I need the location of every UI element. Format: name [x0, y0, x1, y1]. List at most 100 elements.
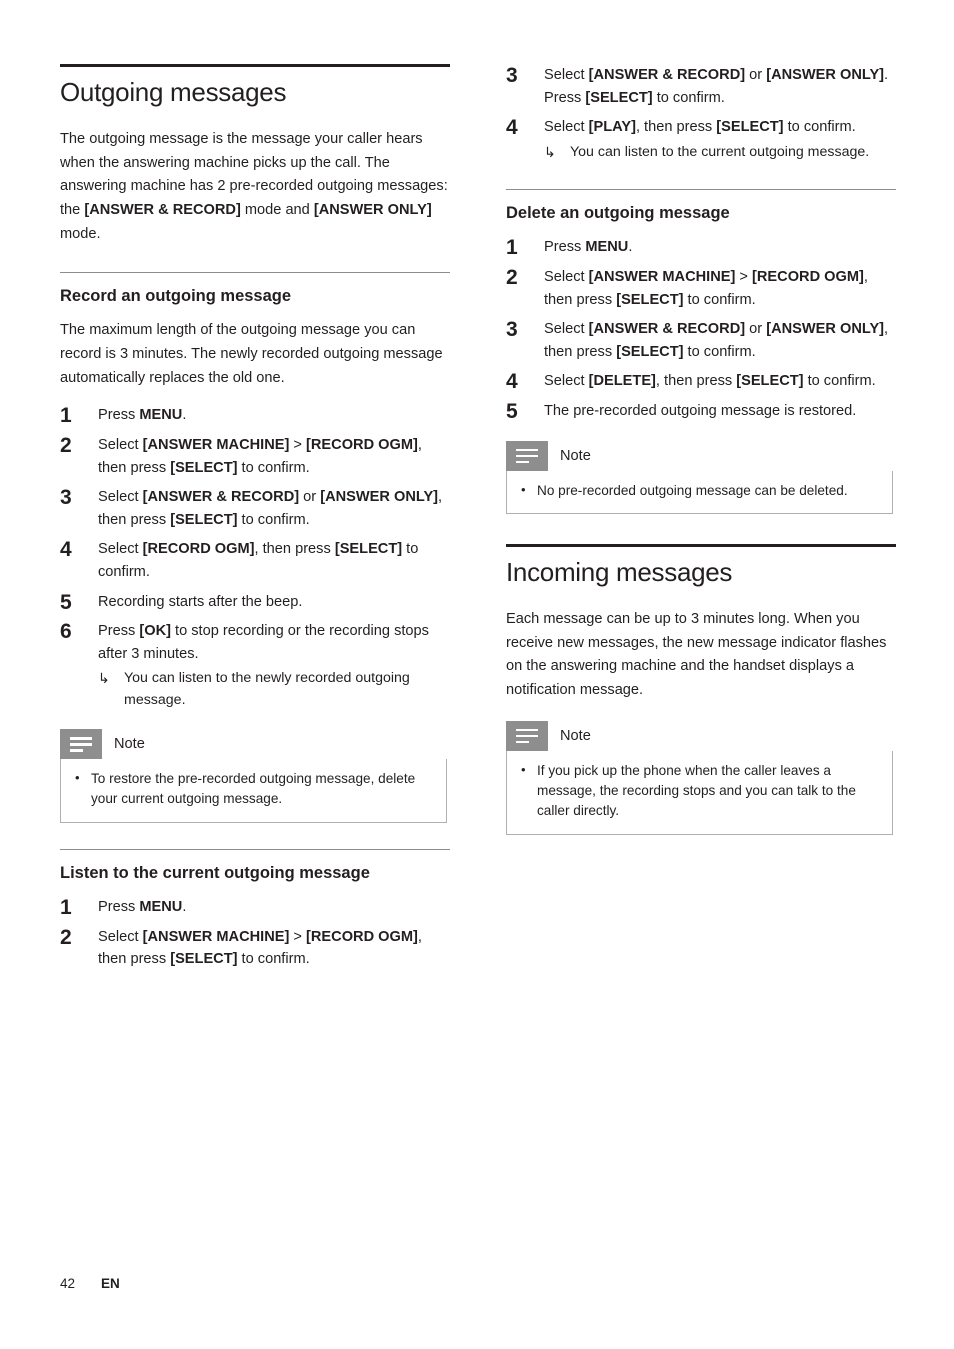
emphasis-text: MENU: [139, 899, 183, 916]
emphasis-text: [ANSWER ONLY]: [766, 67, 885, 83]
title-rule: [60, 64, 450, 67]
step-number: 3: [506, 64, 518, 87]
plain-text: or: [745, 67, 767, 83]
emphasis-text: [SELECT]: [616, 343, 684, 360]
step-item: 1 Press MENU.: [60, 896, 450, 919]
plain-text: Select: [98, 541, 143, 558]
plain-text: >: [289, 928, 307, 945]
step-number: 4: [60, 538, 72, 562]
step-item: 5 The pre-recorded outgoing message is re…: [506, 400, 896, 423]
listen-steps-continued: 3 Select [ANSWER & RECORD] or [ANSWER ONL…: [506, 64, 896, 163]
step-item: 4 Select [DELETE], then press [SELECT] to…: [506, 370, 896, 393]
page-title: Outgoing messages: [60, 77, 287, 107]
note-list: If you pick up the phone when the caller…: [519, 760, 880, 822]
emphasis-text: [RECORD OGM]: [306, 437, 418, 453]
plain-text: Select: [544, 119, 589, 136]
emphasis-text: [SELECT]: [170, 951, 238, 968]
incoming-title: Incoming messages: [506, 557, 733, 588]
plain-text: Press: [98, 899, 140, 916]
intro-paragraph: The outgoing message is the message your…: [60, 128, 450, 246]
note-body: If you pick up the phone when the caller…: [506, 750, 893, 835]
step-text: Press MENU.: [98, 407, 186, 423]
plain-text: Select: [544, 321, 589, 338]
note-list: No pre-recorded outgoing message can be …: [519, 480, 880, 501]
emphasis-text: [ANSWER & RECORD]: [588, 321, 746, 338]
step-text: Select [ANSWER & RECORD] or [ANSWER ONLY…: [544, 67, 888, 106]
step-text: Recording starts after the beep.: [98, 594, 302, 610]
step-text: Press MENU.: [98, 899, 186, 915]
step-text: Press [OK] to stop recording or the reco…: [98, 623, 429, 662]
emphasis-text: [ANSWER MACHINE]: [588, 269, 736, 285]
plain-text: Select: [98, 437, 143, 453]
emphasis-text: [ANSWER MACHINE]: [142, 437, 290, 453]
step-number: 1: [60, 404, 72, 428]
emphasis-text: [SELECT]: [716, 119, 784, 136]
subnote-text: You can listen to the current outgoing m…: [570, 143, 870, 160]
plain-text: , then press: [254, 541, 335, 558]
step-number: 1: [60, 896, 72, 920]
page-footer: 42 EN: [60, 1276, 120, 1291]
step-text: Select [ANSWER & RECORD] or [ANSWER ONLY…: [544, 321, 888, 360]
section-heading-record: Record an outgoing message: [60, 287, 292, 306]
step-number: 4: [506, 370, 518, 394]
plain-text: .: [182, 899, 187, 916]
record-paragraph: The maximum length of the outgoing messa…: [60, 322, 443, 386]
note-header: Note: [506, 720, 893, 751]
emphasis-text: [RECORD OGM]: [306, 928, 418, 945]
plain-text: to confirm.: [683, 343, 756, 360]
plain-text: or: [299, 489, 321, 506]
plain-text: to confirm.: [783, 119, 856, 136]
plain-text: to confirm.: [237, 951, 310, 968]
footer-language: EN: [101, 1276, 120, 1291]
emphasis-text: [ANSWER MACHINE]: [142, 928, 290, 945]
step-number: 2: [60, 434, 72, 457]
step-text: Select [PLAY], then press [SELECT] to co…: [544, 119, 856, 135]
step-item: 1 Press MENU.: [506, 236, 896, 259]
plain-text: or: [745, 321, 767, 338]
plain-text: to confirm.: [237, 459, 310, 476]
step-item: 2 Select [ANSWER MACHINE] > [RECORD OGM],…: [60, 434, 450, 479]
plain-text: to confirm.: [803, 373, 876, 390]
note-box-delete: Note No pre-recorded outgoing message ca…: [506, 440, 893, 515]
plain-text: to confirm.: [237, 511, 310, 528]
emphasis-text: [SELECT]: [736, 373, 804, 390]
document-page: Outgoing messages The outgoing message i…: [0, 0, 954, 1349]
step-text: Select [ANSWER MACHINE] > [RECORD OGM], …: [98, 929, 422, 968]
plain-text: >: [289, 437, 307, 453]
plain-text: mode and: [240, 201, 314, 218]
emphasis-text: [ANSWER ONLY]: [320, 489, 439, 506]
step-text: Press MENU.: [544, 239, 632, 255]
note-header: Note: [506, 440, 893, 471]
plain-text: Press: [98, 623, 140, 640]
note-icon: [506, 720, 548, 751]
left-column: Outgoing messages The outgoing message i…: [60, 64, 450, 978]
step-item: 3 Select [ANSWER & RECORD] or [ANSWER ONL…: [506, 318, 896, 363]
plain-text: mode.: [60, 225, 101, 242]
subnote-text: You can listen to the newly recorded out…: [124, 670, 410, 708]
arrow-icon: ↳: [98, 670, 110, 687]
plain-text: >: [735, 269, 753, 285]
emphasis-text: MENU: [139, 407, 183, 424]
note-body: To restore the pre-recorded outgoing mes…: [60, 759, 447, 823]
step-item: 3 Select [ANSWER & RECORD] or [ANSWER ONL…: [60, 486, 450, 531]
step-number: 2: [60, 925, 72, 949]
note-label: Note: [560, 447, 591, 464]
emphasis-text: [ANSWER & RECORD]: [84, 201, 241, 218]
emphasis-text: [RECORD OGM]: [142, 541, 255, 558]
step-number: 5: [60, 590, 72, 614]
step-text: Select [RECORD OGM], then press [SELECT]…: [98, 541, 418, 580]
arrow-icon: ↳: [544, 143, 556, 160]
emphasis-text: MENU: [585, 239, 629, 256]
step-item: 2 Select [ANSWER MACHINE] > [RECORD OGM],…: [506, 266, 896, 311]
note-header: Note: [60, 729, 447, 760]
emphasis-text: [SELECT]: [334, 541, 403, 558]
plain-text: Select: [544, 67, 589, 83]
step-number: 3: [60, 486, 72, 510]
plain-text: .: [628, 239, 633, 256]
step-item: 4 Select [PLAY], then press [SELECT] to c…: [506, 116, 896, 163]
plain-text: The pre-recorded outgoing message is res…: [544, 403, 857, 420]
step-text: Select [ANSWER & RECORD] or [ANSWER ONLY…: [98, 489, 442, 528]
step-item: 6 Press [OK] to stop recording or the rec…: [60, 620, 450, 711]
incoming-title-rule: [506, 544, 896, 548]
step-item: 2 Select [ANSWER MACHINE] > [RECORD OGM],…: [60, 926, 450, 971]
